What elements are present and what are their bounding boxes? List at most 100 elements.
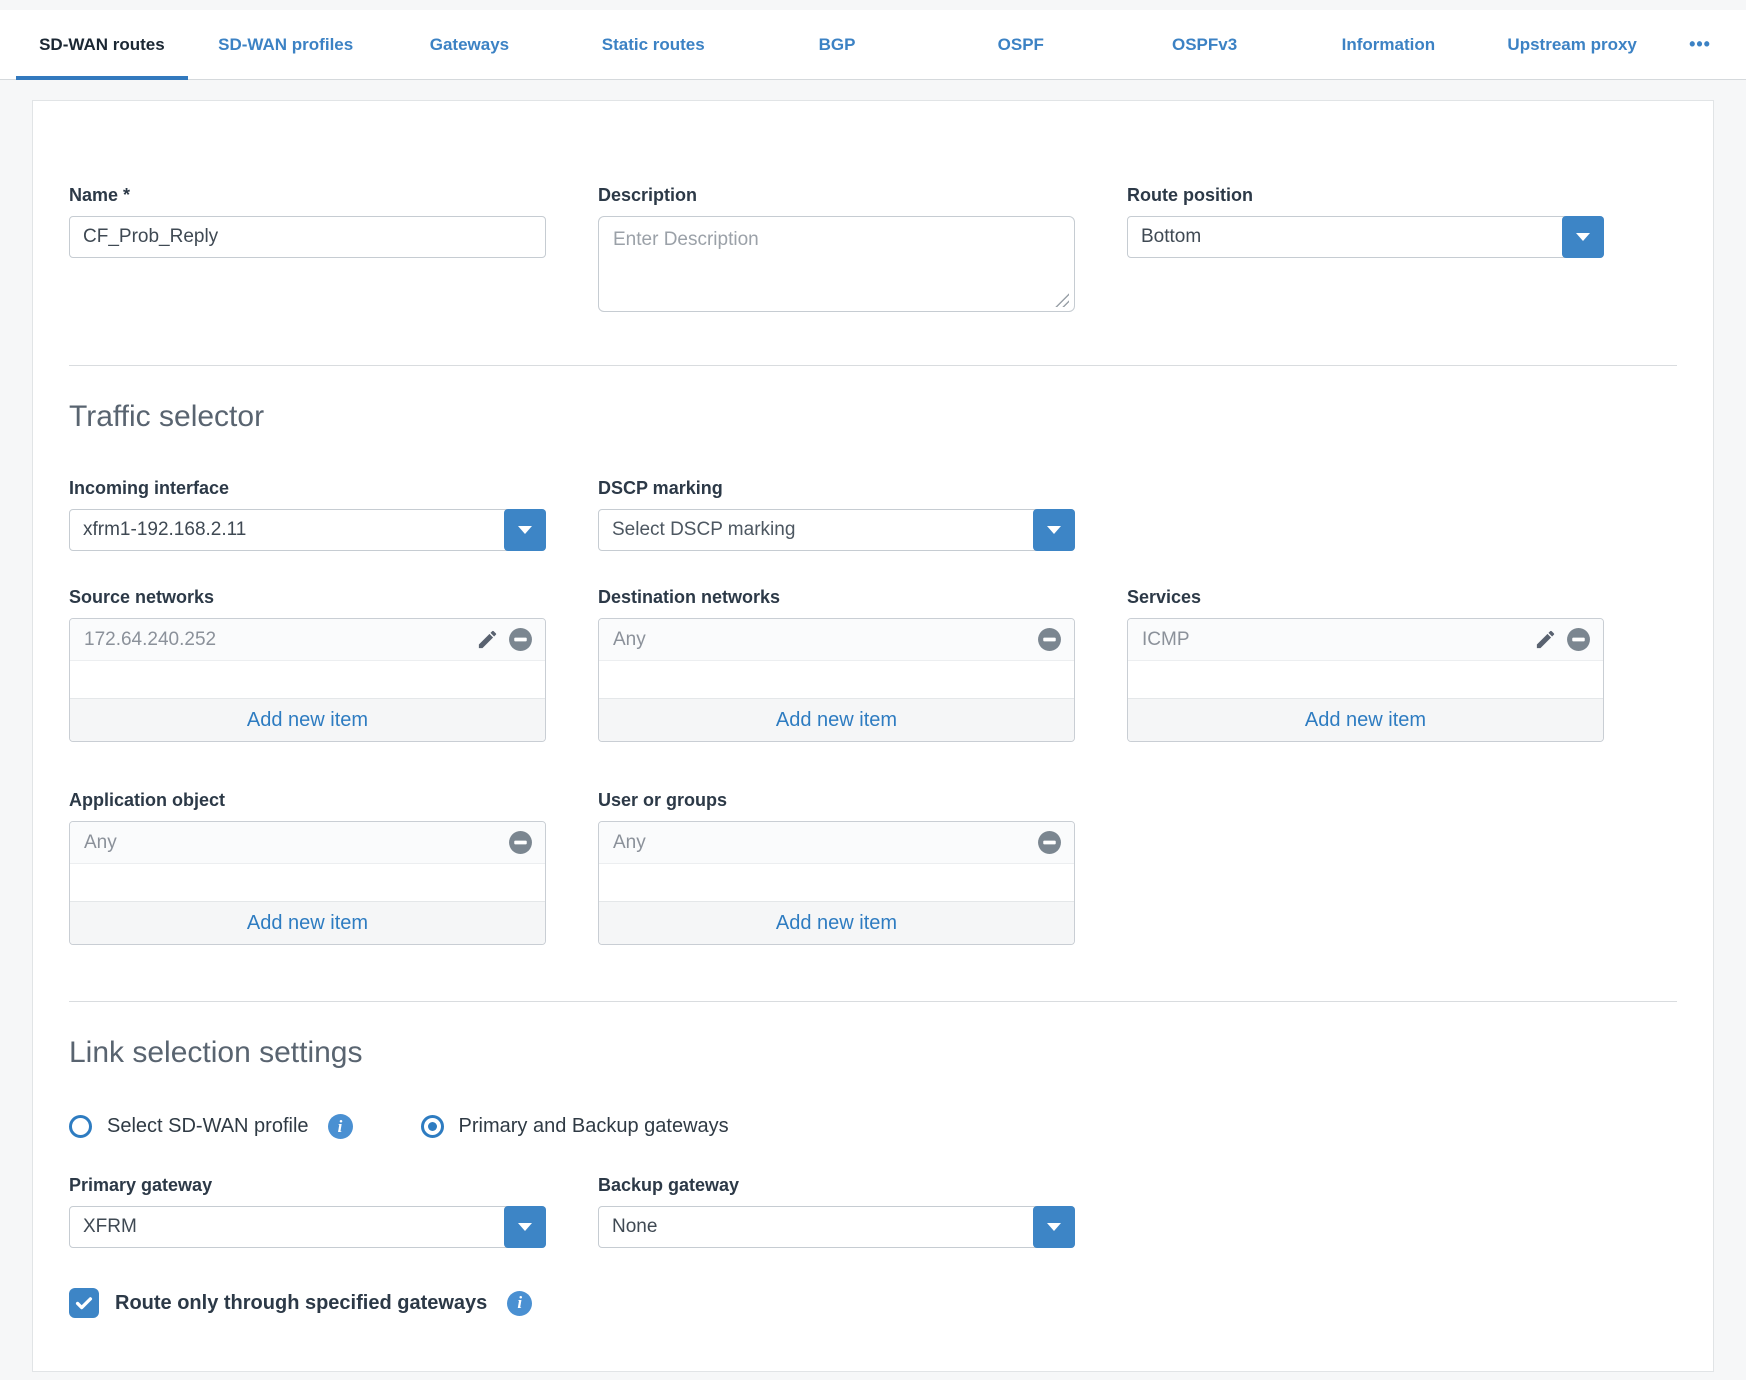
primary-gateway-value: XFRM: [83, 1216, 137, 1238]
backup-gateway-group: Backup gateway None: [598, 1175, 1075, 1248]
list-empty-space: [70, 661, 545, 698]
user-or-groups-listbox: Any Add new item: [598, 821, 1075, 945]
radio-option-sdwan-profile[interactable]: Select SD-WAN profile i: [69, 1114, 353, 1139]
list-empty-space: [1128, 661, 1603, 698]
networks-services-row: Source networks 172.64.240.252 Add new i…: [69, 587, 1677, 742]
list-empty-space: [599, 864, 1074, 901]
list-item: 172.64.240.252: [70, 619, 545, 661]
list-item-text: 172.64.240.252: [84, 629, 216, 651]
traffic-selector-heading: Traffic selector: [69, 400, 1677, 434]
remove-minus-icon[interactable]: [1037, 830, 1062, 855]
route-only-checkbox-label: Route only through specified gateways: [115, 1292, 487, 1315]
radio-label: Primary and Backup gateways: [459, 1115, 729, 1138]
dscp-marking-dropdown[interactable]: Select DSCP marking: [598, 509, 1075, 551]
tab-upstream-proxy[interactable]: Upstream proxy: [1480, 10, 1664, 79]
dropdown-toggle-button[interactable]: [1033, 509, 1075, 551]
services-group: Services ICMP Add new item: [1127, 587, 1604, 742]
caret-down-icon: [1047, 526, 1061, 534]
section-divider: [69, 1001, 1677, 1002]
list-item: Any: [70, 822, 545, 864]
description-textarea[interactable]: [598, 216, 1075, 312]
app-user-row: Application object Any Add new item User…: [69, 790, 1677, 945]
description-label: Description: [598, 185, 1075, 206]
radio-unchecked-icon[interactable]: [69, 1115, 92, 1138]
edit-pencil-icon[interactable]: [1534, 628, 1557, 651]
caret-down-icon: [1047, 1223, 1061, 1231]
add-new-item-button[interactable]: Add new item: [70, 698, 545, 741]
tab-static-routes[interactable]: Static routes: [561, 10, 745, 79]
remove-minus-icon[interactable]: [508, 830, 533, 855]
services-listbox: ICMP Add new item: [1127, 618, 1604, 742]
tab-ospfv3[interactable]: OSPFv3: [1113, 10, 1297, 79]
dropdown-toggle-button[interactable]: [504, 509, 546, 551]
incoming-interface-value: xfrm1-192.168.2.11: [83, 519, 246, 541]
info-icon[interactable]: i: [328, 1114, 353, 1139]
route-position-value: Bottom: [1141, 226, 1201, 248]
remove-minus-icon[interactable]: [508, 627, 533, 652]
backup-gateway-value: None: [612, 1216, 657, 1238]
edit-pencil-icon[interactable]: [476, 628, 499, 651]
services-label: Services: [1127, 587, 1604, 608]
incoming-interface-dropdown[interactable]: xfrm1-192.168.2.11: [69, 509, 546, 551]
source-networks-group: Source networks 172.64.240.252 Add new i…: [69, 587, 546, 742]
dropdown-toggle-button[interactable]: [1562, 216, 1604, 258]
add-new-item-button[interactable]: Add new item: [599, 698, 1074, 741]
source-networks-listbox: 172.64.240.252 Add new item: [69, 618, 546, 742]
list-item: Any: [599, 619, 1074, 661]
source-networks-label: Source networks: [69, 587, 546, 608]
route-position-dropdown[interactable]: Bottom: [1127, 216, 1604, 258]
dropdown-toggle-button[interactable]: [504, 1206, 546, 1248]
primary-gateway-group: Primary gateway XFRM: [69, 1175, 546, 1248]
more-tabs-ellipsis-icon[interactable]: •••: [1664, 10, 1736, 79]
tab-bgp[interactable]: BGP: [745, 10, 929, 79]
incoming-interface-field-group: Incoming interface xfrm1-192.168.2.11: [69, 478, 546, 551]
description-field-group: Description: [598, 185, 1075, 317]
tab-ospf[interactable]: OSPF: [929, 10, 1113, 79]
tab-information[interactable]: Information: [1296, 10, 1480, 79]
list-item-text: ICMP: [1142, 629, 1190, 651]
caret-down-icon: [518, 1223, 532, 1231]
route-only-checkbox-row: Route only through specified gateways i: [69, 1288, 1677, 1318]
dscp-marking-value: Select DSCP marking: [612, 519, 795, 541]
primary-gateway-dropdown[interactable]: XFRM: [69, 1206, 546, 1248]
sdwan-route-editor-panel: Name * Description Route position Bottom…: [32, 100, 1714, 1372]
gateways-row: Primary gateway XFRM Backup gateway None: [69, 1175, 1677, 1248]
list-item-text: Any: [613, 832, 646, 854]
section-divider: [69, 365, 1677, 366]
backup-gateway-label: Backup gateway: [598, 1175, 1075, 1196]
info-icon[interactable]: i: [507, 1291, 532, 1316]
interface-dscp-row: Incoming interface xfrm1-192.168.2.11 DS…: [69, 478, 1677, 551]
incoming-interface-label: Incoming interface: [69, 478, 546, 499]
radio-checked-icon[interactable]: [421, 1115, 444, 1138]
name-input[interactable]: [69, 216, 546, 258]
add-new-item-button[interactable]: Add new item: [1128, 698, 1603, 741]
radio-option-primary-backup[interactable]: Primary and Backup gateways: [421, 1115, 729, 1138]
list-item-text: Any: [84, 832, 117, 854]
add-new-item-button[interactable]: Add new item: [599, 901, 1074, 944]
dscp-marking-label: DSCP marking: [598, 478, 1075, 499]
list-item-text: Any: [613, 629, 646, 651]
add-new-item-button[interactable]: Add new item: [70, 901, 545, 944]
remove-minus-icon[interactable]: [1037, 627, 1062, 652]
dropdown-toggle-button[interactable]: [1033, 1206, 1075, 1248]
required-asterisk: *: [123, 185, 130, 205]
link-selection-radio-row: Select SD-WAN profile i Primary and Back…: [69, 1114, 1677, 1139]
general-settings-row: Name * Description Route position Bottom: [69, 185, 1677, 317]
user-or-groups-label: User or groups: [598, 790, 1075, 811]
destination-networks-listbox: Any Add new item: [598, 618, 1075, 742]
user-or-groups-group: User or groups Any Add new item: [598, 790, 1075, 945]
backup-gateway-dropdown[interactable]: None: [598, 1206, 1075, 1248]
tab-bar: SD-WAN routes SD-WAN profiles Gateways S…: [0, 10, 1746, 80]
name-label: Name: [69, 185, 118, 205]
checkbox-checked-icon[interactable]: [69, 1288, 99, 1318]
remove-minus-icon[interactable]: [1566, 627, 1591, 652]
dscp-marking-field-group: DSCP marking Select DSCP marking: [598, 478, 1075, 551]
list-empty-space: [70, 864, 545, 901]
primary-gateway-label: Primary gateway: [69, 1175, 546, 1196]
application-object-group: Application object Any Add new item: [69, 790, 546, 945]
application-object-listbox: Any Add new item: [69, 821, 546, 945]
tab-gateways[interactable]: Gateways: [378, 10, 562, 79]
tab-sdwan-profiles[interactable]: SD-WAN profiles: [194, 10, 378, 79]
caret-down-icon: [518, 526, 532, 534]
tab-sdwan-routes[interactable]: SD-WAN routes: [10, 10, 194, 79]
